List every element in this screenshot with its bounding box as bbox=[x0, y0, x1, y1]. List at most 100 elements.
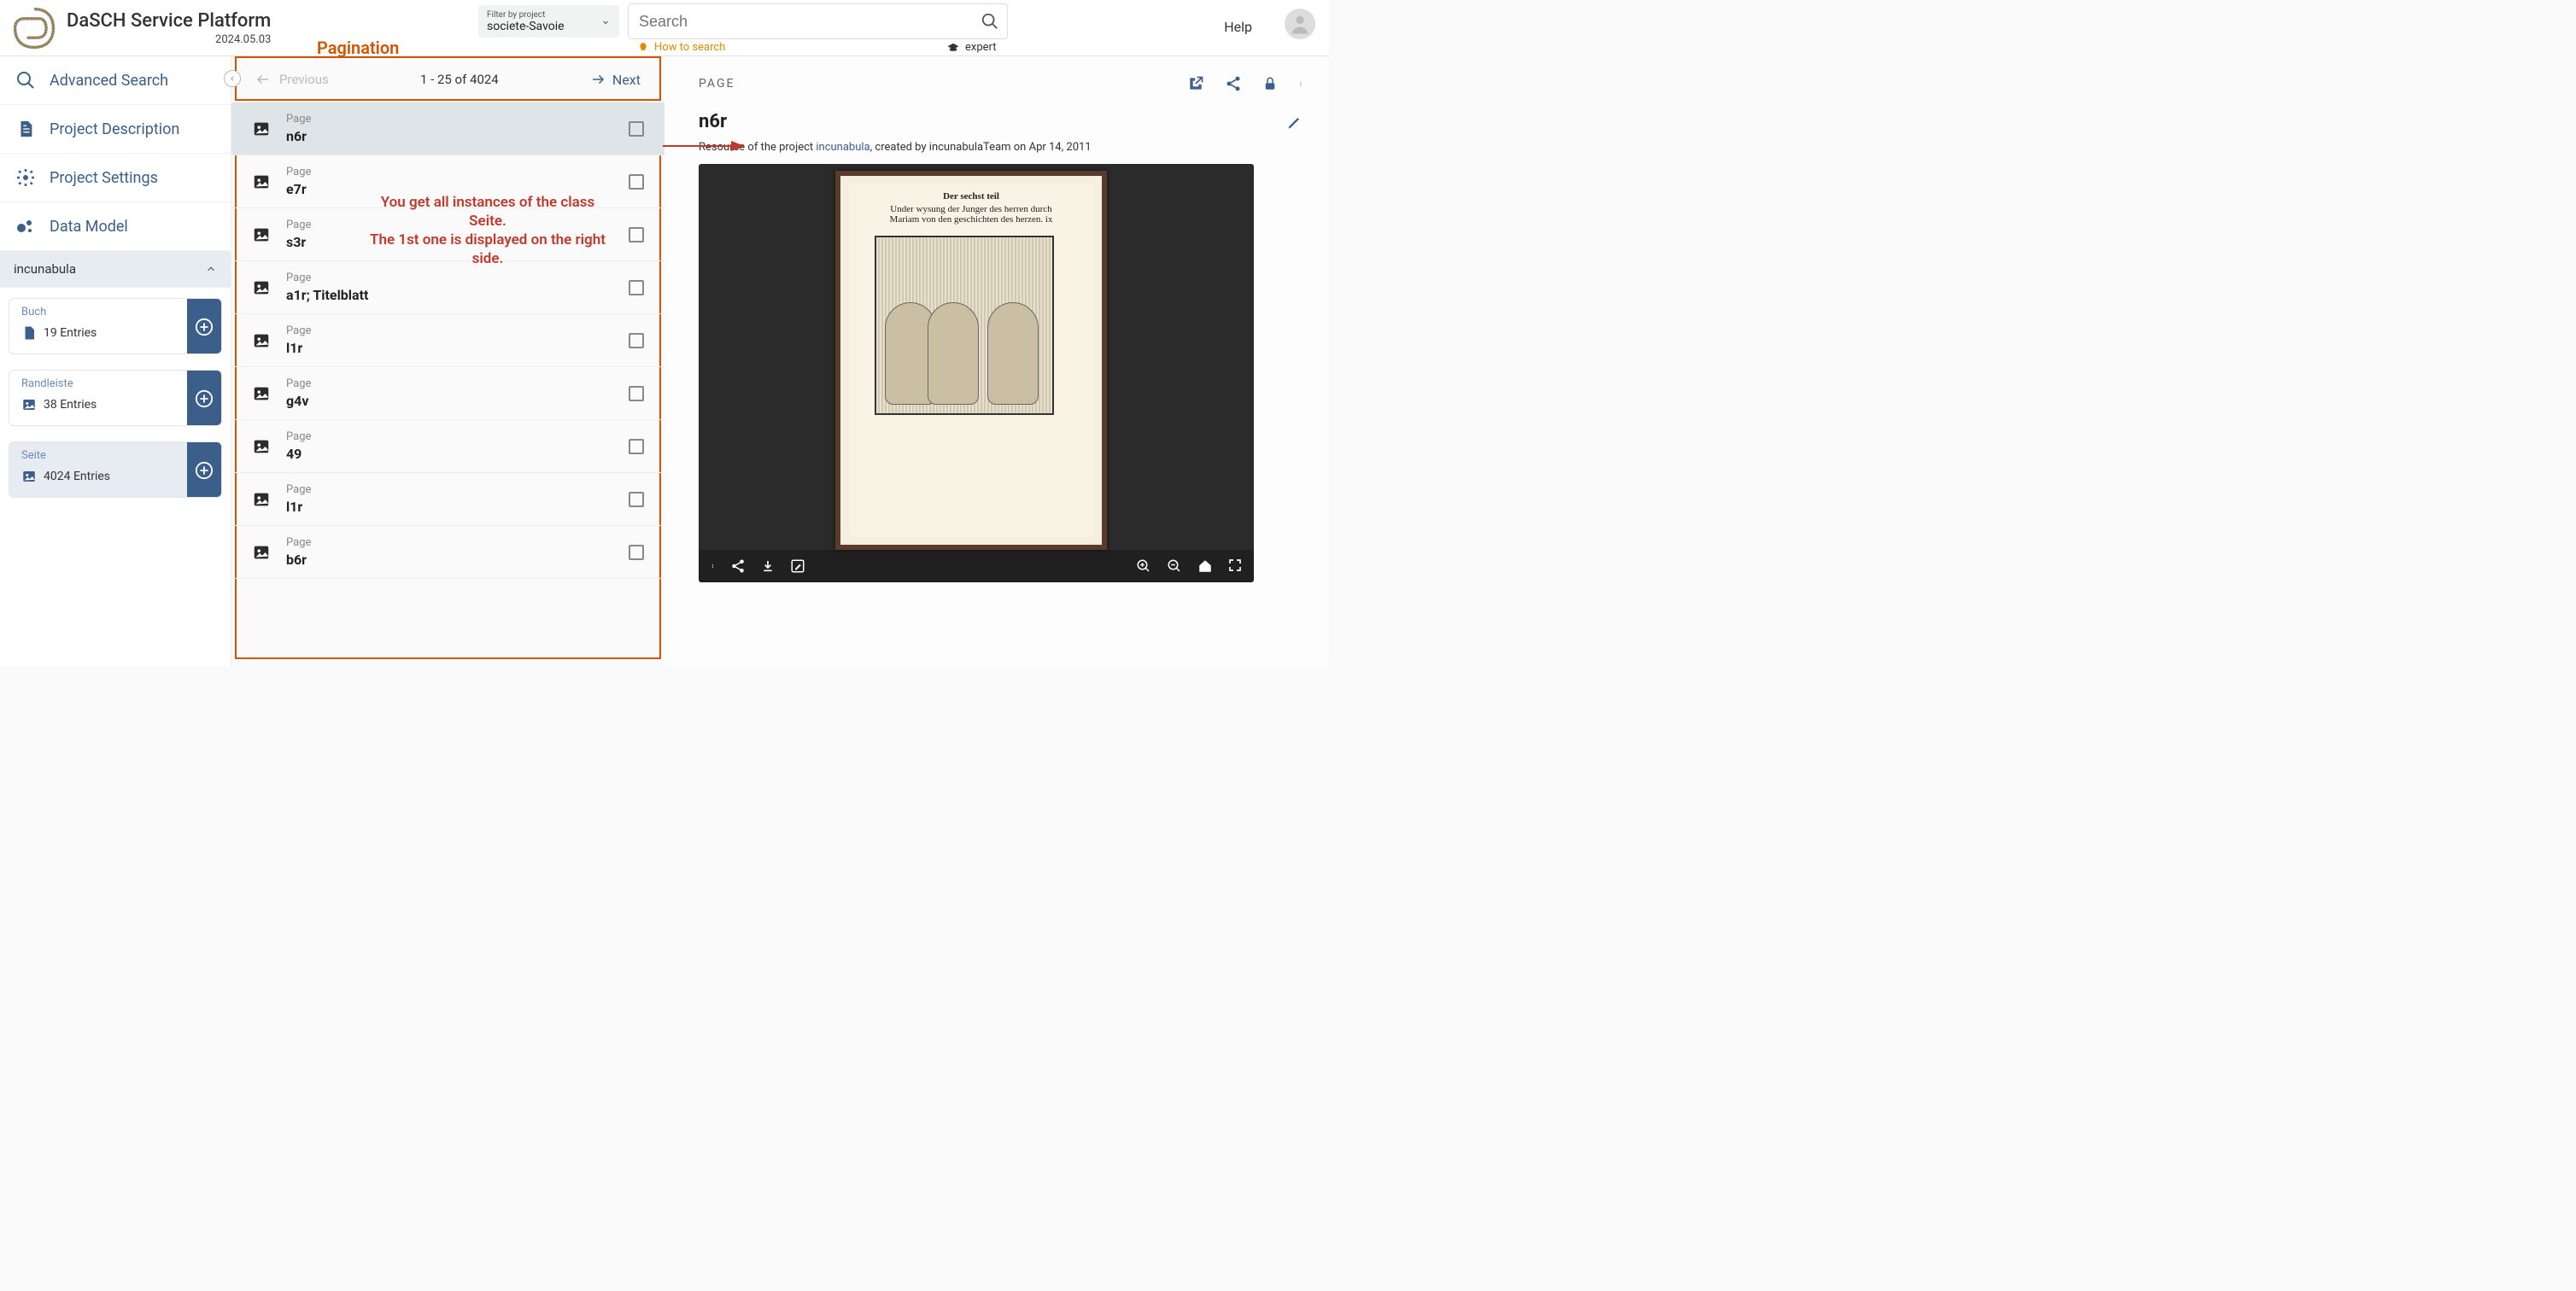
sidebar-item-project-description[interactable]: Project Description bbox=[0, 105, 231, 154]
result-row[interactable]: Page e7r bbox=[231, 155, 664, 208]
result-row[interactable]: Page b6r bbox=[231, 526, 664, 579]
zoom-in-button[interactable] bbox=[1136, 558, 1151, 574]
page-image[interactable]: Der sechst teil Under wysung der Junger … bbox=[835, 171, 1107, 550]
app-title: DaSCH Service Platform bbox=[67, 10, 271, 32]
result-checkbox[interactable] bbox=[629, 333, 644, 348]
image-icon bbox=[252, 120, 271, 138]
app-version: 2024.05.03 bbox=[67, 33, 271, 46]
project-name: incunabula bbox=[14, 261, 76, 277]
search-icon bbox=[15, 70, 36, 91]
sidebar-item-project-settings[interactable]: Project Settings bbox=[0, 154, 231, 202]
detail-title-row: n6r bbox=[699, 111, 1303, 132]
detail-actions bbox=[1187, 75, 1303, 92]
detail-panel: PAGE n6r Resource of the project incunab… bbox=[664, 56, 1329, 666]
home-button[interactable] bbox=[1197, 558, 1213, 574]
result-type: Page bbox=[286, 377, 629, 390]
result-checkbox[interactable] bbox=[629, 439, 644, 454]
more-vertical-icon bbox=[1298, 75, 1303, 92]
image-icon bbox=[21, 469, 37, 484]
page-heading-text: Der sechst teil Under wysung der Junger … bbox=[875, 191, 1068, 225]
brand: DaSCH Service Platform 2024.05.03 bbox=[67, 10, 271, 46]
result-checkbox[interactable] bbox=[629, 227, 644, 242]
add-resource-button[interactable] bbox=[187, 299, 221, 354]
gear-icon bbox=[15, 167, 36, 188]
app-logo bbox=[10, 4, 58, 52]
fullscreen-button[interactable] bbox=[1228, 558, 1242, 574]
how-to-search-link[interactable]: How to search bbox=[637, 41, 725, 54]
result-type: Page bbox=[286, 430, 629, 443]
image-icon bbox=[252, 331, 271, 350]
app-header: DaSCH Service Platform 2024.05.03 Filter… bbox=[0, 0, 1329, 56]
meta-suffix: , created by incunabulaTeam on Apr 14, 2… bbox=[870, 141, 1092, 154]
result-checkbox[interactable] bbox=[629, 545, 644, 560]
viewer-share-button[interactable] bbox=[730, 558, 746, 574]
plus-circle-icon bbox=[195, 461, 214, 480]
help-link[interactable]: Help bbox=[1224, 19, 1252, 35]
pagination-next-label: Next bbox=[612, 72, 641, 88]
add-resource-button[interactable] bbox=[187, 371, 221, 426]
result-checkbox[interactable] bbox=[629, 386, 644, 401]
meta-prefix: Resource of the project bbox=[699, 141, 816, 154]
share-button[interactable] bbox=[1225, 75, 1242, 92]
viewer-more-button[interactable] bbox=[711, 558, 715, 574]
result-title: e7r bbox=[286, 181, 629, 197]
result-row[interactable]: Page s3r bbox=[231, 208, 664, 261]
chevron-up-icon bbox=[205, 263, 217, 275]
image-viewer: Der sechst teil Under wysung der Junger … bbox=[699, 164, 1254, 582]
image-icon bbox=[21, 397, 37, 412]
lock-button[interactable] bbox=[1262, 75, 1278, 92]
sidebar-item-advanced-search[interactable]: Advanced Search bbox=[0, 56, 231, 105]
project-filter[interactable]: Filter by project societe-Savoie bbox=[478, 5, 619, 38]
expert-link[interactable]: expert bbox=[946, 41, 997, 54]
class-card[interactable]: Seite 4024 Entries bbox=[9, 441, 222, 498]
result-row[interactable]: Page l1r bbox=[231, 473, 664, 526]
pagination-prev[interactable]: Previous bbox=[255, 72, 329, 87]
result-row[interactable]: Page 49 bbox=[231, 420, 664, 473]
open-external-button[interactable] bbox=[1187, 75, 1204, 92]
viewer-download-button[interactable] bbox=[761, 558, 775, 574]
zoom-out-button[interactable] bbox=[1167, 558, 1182, 574]
sidebar-item-data-model[interactable]: Data Model bbox=[0, 202, 231, 251]
pagination-next[interactable]: Next bbox=[590, 72, 641, 88]
search-input[interactable] bbox=[629, 13, 973, 31]
result-row[interactable]: Page g4v bbox=[231, 367, 664, 420]
class-card[interactable]: Randleiste 38 Entries bbox=[9, 370, 222, 426]
result-title: 49 bbox=[286, 446, 629, 462]
file-icon bbox=[21, 325, 37, 341]
user-avatar[interactable] bbox=[1285, 9, 1315, 39]
meta-project-link[interactable]: incunabula bbox=[816, 141, 869, 154]
result-row[interactable]: Page a1r; Titelblatt bbox=[231, 261, 664, 314]
image-icon bbox=[252, 225, 271, 244]
result-row[interactable]: Page l1r bbox=[231, 314, 664, 367]
result-title: s3r bbox=[286, 234, 629, 250]
detail-class-label: PAGE bbox=[699, 77, 735, 91]
project-section-header[interactable]: incunabula bbox=[0, 251, 231, 288]
edit-title-button[interactable] bbox=[1286, 114, 1303, 131]
result-title: b6r bbox=[286, 552, 629, 568]
arrow-right-icon bbox=[590, 72, 606, 87]
pagination-prev-label: Previous bbox=[279, 72, 329, 87]
page-content: Der sechst teil Under wysung der Junger … bbox=[849, 184, 1093, 536]
more-button[interactable] bbox=[1298, 75, 1303, 92]
result-row[interactable]: Page n6r bbox=[231, 102, 664, 155]
chevron-down-icon bbox=[600, 17, 611, 27]
lock-icon bbox=[1262, 75, 1278, 92]
result-checkbox[interactable] bbox=[629, 174, 644, 190]
lightbulb-icon bbox=[637, 42, 649, 54]
project-filter-value: societe-Savoie bbox=[487, 20, 611, 33]
result-type: Page bbox=[286, 536, 629, 549]
result-checkbox[interactable] bbox=[629, 280, 644, 295]
viewer-edit-button[interactable] bbox=[790, 558, 805, 574]
result-type: Page bbox=[286, 272, 629, 284]
search-bar bbox=[628, 3, 1008, 39]
sidebar-item-label: Project Description bbox=[50, 120, 179, 138]
add-resource-button[interactable] bbox=[187, 442, 221, 498]
results-panel: Pagination Previous 1 - 25 of 4024 Next … bbox=[231, 56, 664, 666]
sidebar-collapse-button[interactable] bbox=[224, 70, 241, 87]
app-body: Advanced Search Project Description Proj… bbox=[0, 56, 1329, 666]
result-title: g4v bbox=[286, 393, 629, 409]
class-card[interactable]: Buch 19 Entries bbox=[9, 298, 222, 354]
search-button[interactable] bbox=[973, 12, 1007, 31]
result-checkbox[interactable] bbox=[629, 492, 644, 507]
result-checkbox[interactable] bbox=[629, 121, 644, 137]
